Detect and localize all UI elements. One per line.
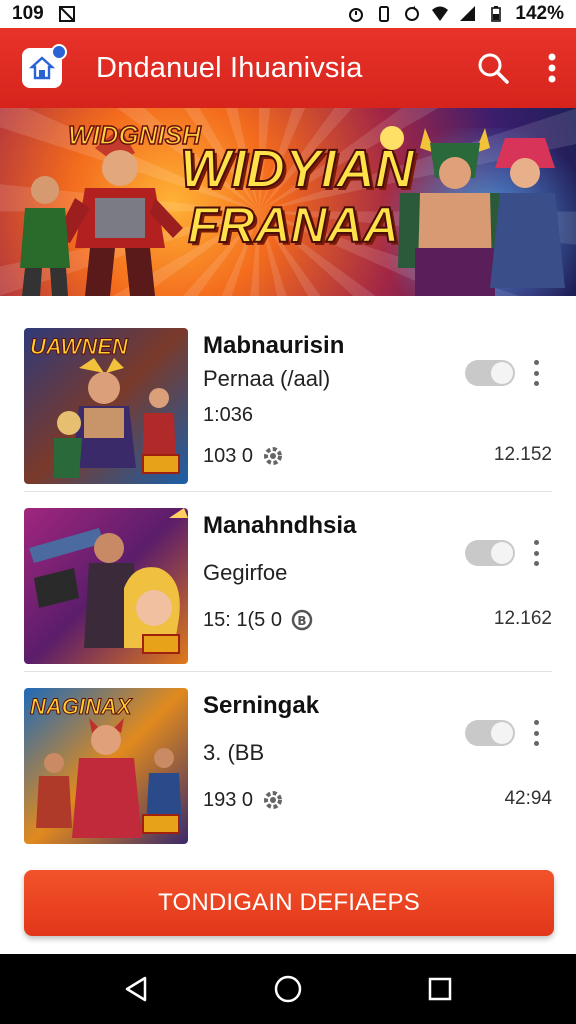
list-item[interactable]: NAGINAX Serningak 3. (BB 193 0 42:94 [0,672,576,852]
item-title: Mabnaurisin [203,332,345,359]
app-list: UAWNEN Mabnaurisin Pernaa (/aal) 1:036 1… [0,312,576,852]
gear-icon [264,791,283,809]
item-stats-text: 15: 1(5 0 [203,608,282,631]
system-nav-bar [0,954,576,1024]
item-subtitle: Gegirfoe [203,560,288,585]
item-more-icon[interactable] [526,538,546,568]
gear-icon [264,447,283,465]
thumbnail-title: UAWNEN [30,334,129,360]
item-toggle[interactable] [465,360,515,386]
thumbnail-badge [142,454,180,474]
back-icon[interactable] [121,974,151,1004]
item-stats-text: 193 0 [203,788,254,811]
item-title: Manahndhsia [203,512,357,539]
item-subtitle: 3. (BB [203,740,265,765]
app-title: Dndanuel Ihuanivsia [96,51,363,84]
item-stats-text: 103 0 [203,444,254,467]
home-circle-icon[interactable] [273,974,303,1004]
banner-hero-far-right-image [490,138,565,288]
alarm-icon [349,8,364,22]
home-icon [29,56,55,80]
badge-icon: B [291,609,313,631]
primary-action-button[interactable]: TONDIGAIN DEFIAEPS [24,870,554,936]
item-more-icon[interactable] [526,718,546,748]
no-sim-icon [58,6,75,22]
list-item[interactable]: UAWNEN Mabnaurisin Pernaa (/aal) 1:036 1… [0,312,576,492]
banner-hero-small-image [20,176,70,296]
battery-icon [491,6,502,22]
item-size: 42:94 [504,788,552,809]
item-thumbnail[interactable]: UAWNEN [24,328,188,484]
svg-text:B: B [297,614,306,628]
item-stats: 15: 1(5 0 B [203,608,314,632]
item-subtitle: Pernaa (/aal) [203,366,331,391]
recents-icon[interactable] [425,974,455,1004]
signal-icon [460,6,476,21]
item-size: 12.162 [493,608,552,629]
vibrate-icon [379,6,390,22]
item-more-icon[interactable] [526,358,546,388]
item-meta: 1:036 [203,404,254,426]
wifi-icon [432,6,449,21]
status-time: 109 [12,3,44,24]
item-size: 12.152 [493,444,552,465]
status-bar: 109 142% [0,0,576,28]
item-title: Serningak [203,692,320,719]
search-icon[interactable] [476,51,510,85]
promo-banner[interactable]: WIDGNISH WIDYIAN FRANAA ! [0,108,576,296]
sync-icon [405,6,420,21]
item-stats: 193 0 [203,788,285,812]
list-item[interactable]: Manahndhsia Gegirfoe 15: 1(5 0 B 12.162 [0,492,576,672]
thumbnail-badge [142,634,180,654]
item-toggle[interactable] [465,720,515,746]
battery-text: 142% [515,3,564,24]
item-thumbnail[interactable] [24,508,188,664]
item-stats: 103 0 [203,444,285,468]
notification-dot [51,44,67,60]
app-bar: Dndanuel Ihuanivsia [0,28,576,108]
banner-headline-1: WIDYIAN [179,138,415,200]
app-logo[interactable] [22,44,67,88]
thumbnail-title: NAGINAX [29,694,132,720]
item-toggle[interactable] [465,540,515,566]
overflow-menu-icon[interactable] [546,51,558,85]
thumbnail-badge [142,814,180,834]
item-thumbnail[interactable]: NAGINAX [24,688,188,844]
